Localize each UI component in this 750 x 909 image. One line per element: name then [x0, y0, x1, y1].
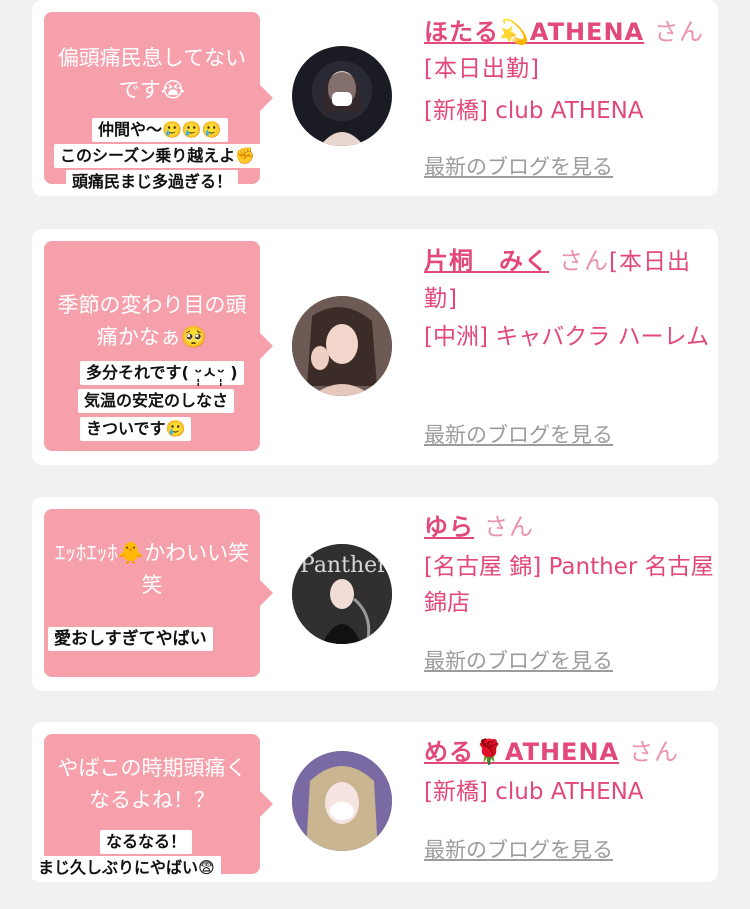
honorific: さん	[629, 738, 680, 766]
comment-bubble: ｴｯﾎｴｯﾎ🐥かわいい笑笑	[44, 509, 273, 677]
avatar[interactable]	[292, 46, 392, 146]
reply-stamp-line: きついです🥲	[80, 417, 192, 441]
blog-link[interactable]: 最新のブログを見る	[424, 419, 613, 449]
cast-name-link[interactable]: める🌹ATHENA	[424, 738, 619, 766]
reply-stamp-line: なるなる！	[100, 830, 193, 854]
reply-stamp-line: このシーズン乗り越えよ✊	[54, 144, 262, 168]
avatar[interactable]: Panther	[292, 544, 392, 644]
shop-location: [新橋] club ATHENA	[424, 779, 644, 805]
reply-stamp-line: 頭痛民まじ多過ぎる！	[66, 170, 239, 194]
reply-stamp-line: 仲間や〜🥲🥲🥲	[92, 118, 228, 142]
comment-text: ｴｯﾎｴｯﾎ🐥かわいい笑笑	[54, 541, 250, 597]
comment-text: 偏頭痛民息してないです😭	[57, 46, 247, 102]
comment-text: 季節の変わり目の頭痛かなぁ🥺	[57, 293, 247, 349]
shop-location: [新橋] club ATHENA	[424, 98, 644, 124]
avatar-logo-text: Panther	[300, 553, 388, 578]
reply-stamp-line: 愛おしすぎてやばい	[48, 627, 213, 651]
cast-name-link[interactable]: 片桐 みく	[424, 247, 549, 275]
comment-text: やばこの時期頭痛くなるよね！？	[57, 756, 247, 812]
avatar[interactable]	[292, 751, 392, 851]
avatar-photo	[292, 296, 392, 396]
reply-stamp-line: 気温の安定のしなさ	[78, 389, 235, 413]
avatar-photo	[320, 71, 364, 146]
honorific: さん	[559, 247, 609, 275]
reply-stamp-line: 多分それです( ᵕ̩̩ㅅᵕ̩̩ )	[80, 361, 244, 385]
cast-card[interactable]: やばこの時期頭痛くなるよね！？ なるなる！ まじ久しぶりにやばい😨 める🌹ATH…	[32, 722, 718, 882]
work-status: [本日出勤]	[424, 56, 540, 82]
shop-location: [中洲] キャバクラ ハーレム	[424, 324, 710, 350]
cast-name-link[interactable]: ゆら	[424, 513, 474, 541]
avatar-photo: Panther	[292, 544, 392, 644]
blog-link[interactable]: 最新のブログを見る	[424, 151, 613, 181]
shop-location: [名古屋 錦] Panther 名古屋錦店	[424, 554, 714, 616]
cast-name-link[interactable]: ほたる💫ATHENA	[424, 18, 644, 46]
cast-info: 片桐 みく さん[本日出勤] [中洲] キャバクラ ハーレム	[424, 243, 714, 355]
honorific: さん	[654, 18, 705, 46]
blog-link[interactable]: 最新のブログを見る	[424, 834, 613, 864]
cast-card[interactable]: 季節の変わり目の頭痛かなぁ🥺 多分それです( ᵕ̩̩ㅅᵕ̩̩ ) 気温の安定のし…	[32, 229, 718, 465]
cast-card[interactable]: 偏頭痛民息してないです😭 仲間や〜🥲🥲🥲 このシーズン乗り越えよ✊ 頭痛民まじ多…	[32, 0, 718, 196]
reply-stamp-line: まじ久しぶりにやばい😨	[32, 856, 221, 880]
cast-info: ほたる💫ATHENA さん [本日出勤] [新橋] club ATHENA	[424, 14, 714, 129]
avatar-photo	[292, 751, 392, 851]
cast-card[interactable]: ｴｯﾎｴｯﾎ🐥かわいい笑笑 愛おしすぎてやばい Panther ゆら さん [名古…	[32, 497, 718, 691]
avatar[interactable]	[292, 296, 392, 396]
blog-link[interactable]: 最新のブログを見る	[424, 645, 613, 675]
cast-info: ゆら さん [名古屋 錦] Panther 名古屋錦店	[424, 509, 714, 621]
honorific: さん	[484, 513, 534, 541]
cast-info: める🌹ATHENA さん [新橋] club ATHENA	[424, 734, 714, 810]
